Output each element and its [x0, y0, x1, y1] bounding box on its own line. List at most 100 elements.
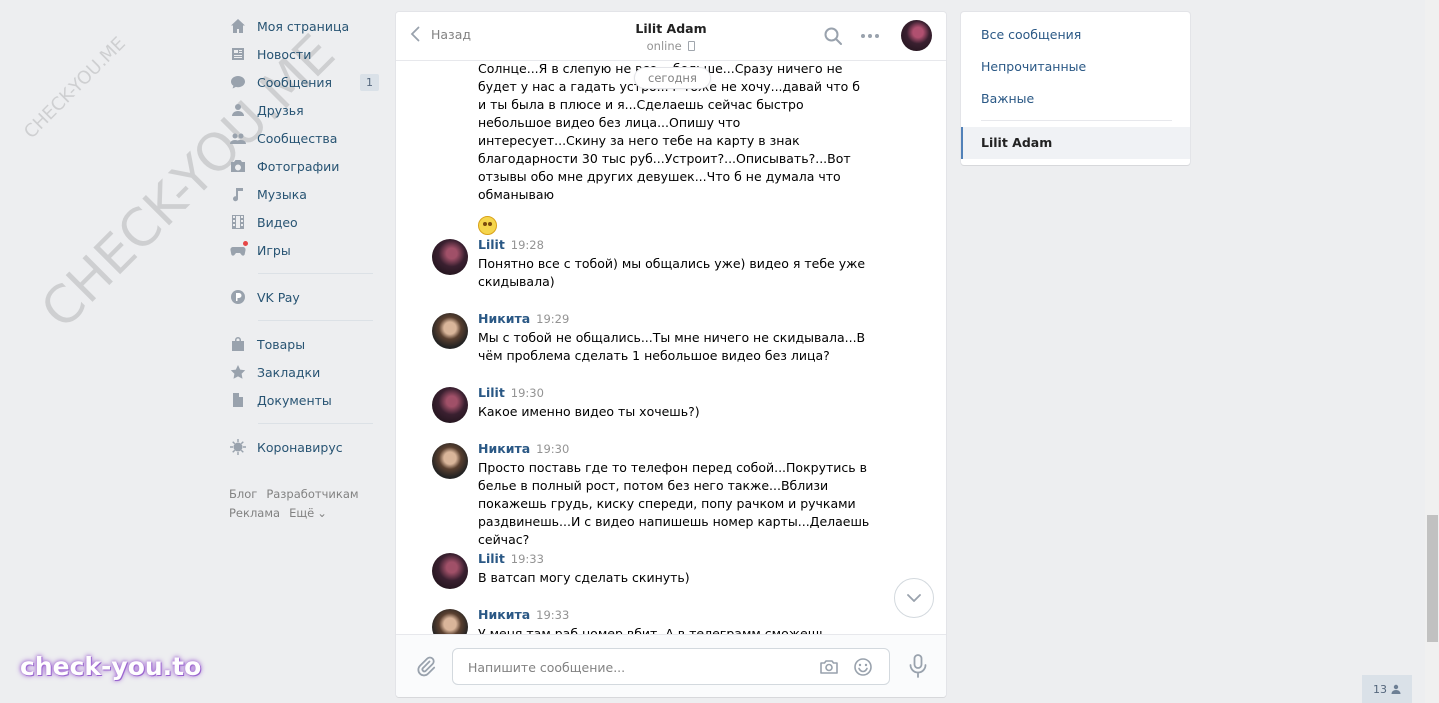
- music-icon: [229, 185, 247, 203]
- nav-label: Товары: [257, 336, 306, 352]
- nav-label: Сообщения: [257, 74, 333, 90]
- nav-divider: [258, 423, 373, 424]
- footer-link-developers[interactable]: Разработчикам: [266, 487, 358, 501]
- bookmarks-icon: [229, 363, 247, 381]
- nav-item-friends[interactable]: Друзья: [229, 96, 379, 124]
- filter-important[interactable]: Важные: [981, 91, 1034, 106]
- footer-link-blog[interactable]: Блог: [229, 487, 257, 501]
- message-time[interactable]: 19:33: [536, 608, 569, 622]
- message: Никита 19:33 У меня там раб номер вбит. А…: [432, 607, 872, 635]
- footer-link-ads[interactable]: Реклама: [229, 506, 280, 520]
- message: Никита 19:29 Мы с тобой не общались...Ты …: [432, 311, 872, 365]
- online-users-count: 13: [1373, 682, 1387, 696]
- avatar[interactable]: [432, 609, 468, 635]
- nav-label: Новости: [257, 46, 312, 62]
- search-icon[interactable]: [823, 26, 843, 46]
- nav-divider: [258, 320, 373, 321]
- chevron-down-icon: [907, 594, 921, 602]
- nav-label: Друзья: [257, 102, 304, 118]
- message: Lilit 19:33 В ватсап могу сделать скинуть…: [432, 551, 872, 589]
- more-options-icon[interactable]: [860, 26, 880, 46]
- microphone-icon[interactable]: [906, 653, 930, 679]
- nav-item-games[interactable]: Игры: [229, 236, 379, 264]
- nav-item-groups[interactable]: Сообщества: [229, 124, 379, 152]
- games-icon: [229, 241, 248, 259]
- message-time[interactable]: 19:29: [536, 312, 569, 326]
- mobile-icon: [688, 41, 696, 51]
- virus-icon: [229, 438, 247, 456]
- nav-label: Сообщества: [257, 130, 338, 146]
- filter-all-messages[interactable]: Все сообщения: [981, 27, 1081, 42]
- messages-filter-panel: Все сообщения Непрочитанные Важные Lilit…: [961, 12, 1190, 165]
- message-author[interactable]: Lilit: [478, 237, 505, 252]
- page-scrollbar[interactable]: [1425, 0, 1439, 703]
- video-icon: [229, 213, 247, 231]
- groups-icon: [229, 129, 247, 147]
- message-time[interactable]: 19:30: [536, 442, 569, 456]
- message-author[interactable]: Никита: [478, 311, 530, 326]
- message-text: Какое именно видео ты хочешь?): [478, 404, 700, 419]
- footer-link-more[interactable]: Ещё ⌄: [289, 506, 336, 520]
- message-text: Мы с тобой не общались...Ты мне ничего н…: [478, 330, 866, 363]
- message-input[interactable]: [466, 649, 810, 686]
- message-text: Просто поставь где то телефон перед собо…: [478, 460, 870, 547]
- peer-status-label: online: [646, 39, 682, 53]
- message-time[interactable]: 19:28: [511, 238, 544, 252]
- nav-label: Коронавирус: [257, 439, 343, 455]
- nav-label: Музыка: [257, 186, 307, 202]
- active-conversation-item[interactable]: Lilit Adam: [961, 127, 1190, 159]
- nav-item-goods[interactable]: Товары: [229, 330, 379, 358]
- avatar[interactable]: [432, 387, 468, 423]
- message: Lilit 19:30 Какое именно видео ты хочешь?…: [432, 385, 872, 423]
- nav-item-photos[interactable]: Фотографии: [229, 152, 379, 180]
- vkpay-icon: [229, 288, 247, 306]
- user-icon: [1391, 684, 1401, 694]
- peer-avatar[interactable]: [901, 20, 932, 51]
- nav-item-video[interactable]: Видео: [229, 208, 379, 236]
- message-author[interactable]: Никита: [478, 441, 530, 456]
- nav-item-coronavirus[interactable]: Коронавирус: [229, 433, 379, 461]
- message: Lilit 19:28 Понятно все с тобой) мы общал…: [432, 237, 872, 291]
- message-text: В ватсап могу сделать скинуть): [478, 570, 690, 585]
- attach-icon[interactable]: [415, 655, 437, 677]
- message-author[interactable]: Никита: [478, 607, 530, 622]
- photos-icon: [229, 157, 247, 175]
- home-icon: [229, 17, 247, 35]
- avatar[interactable]: [432, 239, 468, 275]
- goods-icon: [229, 335, 247, 353]
- camera-icon[interactable]: [819, 657, 839, 677]
- nav-item-music[interactable]: Музыка: [229, 180, 379, 208]
- message-author[interactable]: Lilit: [478, 551, 505, 566]
- avatar[interactable]: [432, 313, 468, 349]
- scroll-to-bottom-button[interactable]: [894, 578, 934, 618]
- nav-item-documents[interactable]: Документы: [229, 386, 379, 414]
- watermark-small: CHECK-YOU.ME: [20, 33, 130, 143]
- nav-label: VK Pay: [257, 289, 300, 305]
- scrollbar-thumb[interactable]: [1427, 515, 1438, 642]
- message-input-wrapper: [452, 648, 890, 686]
- message-time[interactable]: 19:33: [511, 552, 544, 566]
- nav-item-bookmarks[interactable]: Закладки: [229, 358, 379, 386]
- message-author[interactable]: Lilit: [478, 385, 505, 400]
- nav-item-news[interactable]: Новости: [229, 40, 379, 68]
- nav-footer: Блог Разработчикам Реклама Ещё ⌄: [229, 485, 379, 523]
- chevron-down-icon: ⌄: [317, 506, 327, 520]
- nav-item-messages[interactable]: Сообщения 1: [229, 68, 379, 96]
- chat-header: Назад Lilit Adam online: [396, 12, 946, 61]
- avatar[interactable]: [432, 553, 468, 589]
- dizzy-face-emoji-icon: [478, 216, 497, 235]
- news-icon: [229, 45, 247, 63]
- filter-unread[interactable]: Непрочитанные: [981, 59, 1086, 74]
- nav-item-my-page[interactable]: Моя страница: [229, 12, 379, 40]
- nav-label: Фотографии: [257, 158, 340, 174]
- friends-icon: [229, 101, 247, 119]
- message-time[interactable]: 19:30: [511, 386, 544, 400]
- unread-count-badge: 1: [360, 73, 379, 91]
- footer-more-label: Ещё: [289, 506, 315, 520]
- avatar[interactable]: [432, 443, 468, 479]
- message-history[interactable]: Солнце...Я в слепую не все... больше...С…: [396, 61, 946, 635]
- online-users-counter[interactable]: 13: [1362, 675, 1412, 703]
- emoji-icon[interactable]: [853, 657, 873, 677]
- nav-item-vkpay[interactable]: VK Pay: [229, 283, 379, 311]
- nav-label: Игры: [257, 242, 291, 258]
